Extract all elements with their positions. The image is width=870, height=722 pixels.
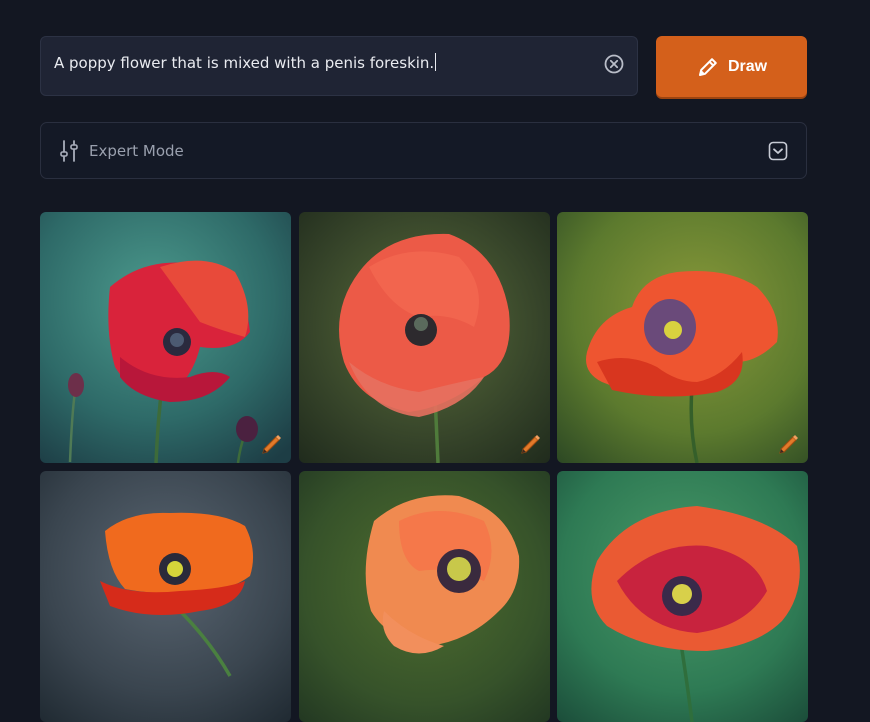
draw-button[interactable]: Draw [656,36,807,97]
pencil-icon [698,57,717,76]
result-image-1[interactable] [40,212,291,463]
prompt-value: A poppy flower that is mixed with a peni… [54,54,435,72]
pencil-icon[interactable] [520,433,542,455]
chevron-down-icon [768,141,788,161]
result-image-4[interactable] [40,471,291,722]
clear-prompt-button[interactable] [603,53,625,75]
poppy-image [299,212,550,463]
poppy-image [299,471,550,722]
text-caret [435,53,437,71]
poppy-image [557,212,808,463]
pencil-icon[interactable] [261,433,283,455]
expert-mode-label: Expert Mode [89,142,184,160]
result-image-2[interactable] [299,212,550,463]
draw-button-label: Draw [727,57,768,75]
sliders-icon [60,140,78,162]
expert-mode-toggle[interactable]: Expert Mode [40,122,807,179]
prompt-text[interactable]: A poppy flower that is mixed with a peni… [54,53,437,72]
poppy-image [557,471,808,722]
x-circle-icon [604,54,624,74]
result-image-5[interactable] [299,471,550,722]
prompt-input[interactable]: A poppy flower that is mixed with a peni… [40,36,638,96]
poppy-image [40,471,291,722]
pencil-icon[interactable] [778,433,800,455]
result-image-6[interactable] [557,471,808,722]
result-image-3[interactable] [557,212,808,463]
poppy-image [40,212,291,463]
